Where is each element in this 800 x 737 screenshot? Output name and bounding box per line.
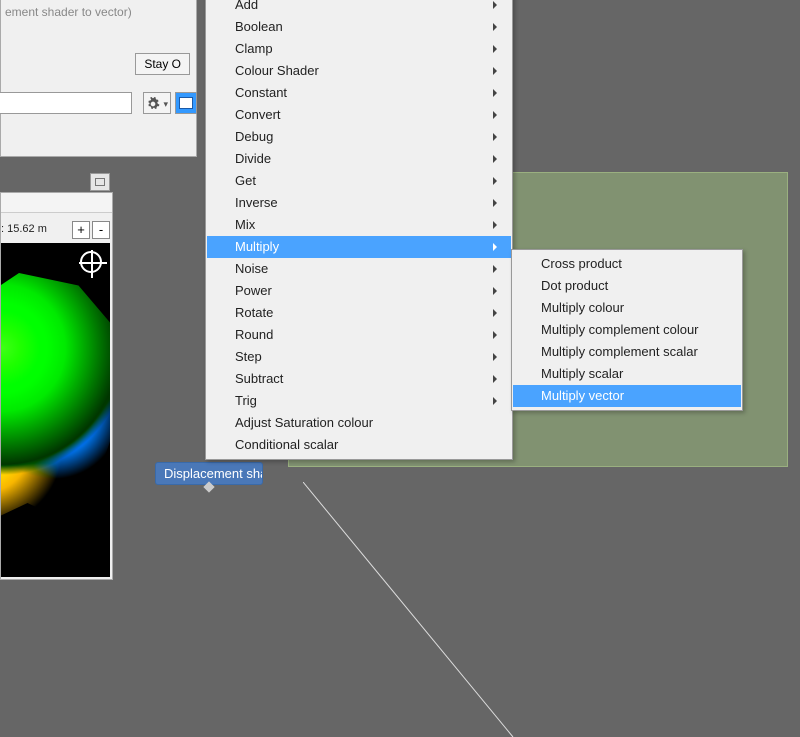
menu-item-boolean[interactable]: Boolean — [207, 16, 511, 38]
menu-item-step[interactable]: Step — [207, 346, 511, 368]
preview-toggle-button[interactable] — [175, 92, 197, 114]
dialog-title: ement shader to vector) — [5, 5, 132, 19]
shader-dialog: ement shader to vector) Stay O ▾ — [0, 0, 197, 157]
menu-item-rotate[interactable]: Rotate — [207, 302, 511, 324]
orientation-gizmo-icon[interactable] — [80, 251, 102, 273]
menu-item-convert[interactable]: Convert — [207, 104, 511, 126]
context-submenu: Cross productDot productMultiply colourM… — [511, 249, 743, 411]
zoom-in-button[interactable]: + — [72, 221, 90, 239]
menu-item-noise[interactable]: Noise — [207, 258, 511, 280]
submenu-item-multiply-scalar[interactable]: Multiply scalar — [513, 363, 741, 385]
preview-panel: : 15.62 m + - — [0, 192, 113, 580]
submenu-item-dot-product[interactable]: Dot product — [513, 275, 741, 297]
menu-item-debug[interactable]: Debug — [207, 126, 511, 148]
submenu-item-multiply-complement-colour[interactable]: Multiply complement colour — [513, 319, 741, 341]
menu-item-subtract[interactable]: Subtract — [207, 368, 511, 390]
menu-item-add[interactable]: Add — [207, 0, 511, 16]
menu-item-adjust-saturation-colour[interactable]: Adjust Saturation colour — [207, 412, 511, 434]
menu-item-round[interactable]: Round — [207, 324, 511, 346]
scale-readout: : 15.62 m — [1, 223, 47, 235]
maximize-icon — [95, 178, 105, 186]
zoom-out-button[interactable]: - — [92, 221, 110, 239]
settings-button[interactable]: ▾ — [143, 92, 171, 114]
connection-wire — [303, 482, 563, 737]
submenu-item-multiply-colour[interactable]: Multiply colour — [513, 297, 741, 319]
image-icon — [179, 97, 193, 109]
menu-item-get[interactable]: Get — [207, 170, 511, 192]
menu-item-mix[interactable]: Mix — [207, 214, 511, 236]
menu-item-constant[interactable]: Constant — [207, 82, 511, 104]
node-title: Displacement shader t... — [164, 466, 263, 481]
stay-open-button[interactable]: Stay O — [135, 53, 190, 75]
menu-item-inverse[interactable]: Inverse — [207, 192, 511, 214]
submenu-item-cross-product[interactable]: Cross product — [513, 253, 741, 275]
menu-item-conditional-scalar[interactable]: Conditional scalar — [207, 434, 511, 456]
menu-item-power[interactable]: Power — [207, 280, 511, 302]
maximize-button[interactable] — [90, 173, 110, 191]
menu-item-colour-shader[interactable]: Colour Shader — [207, 60, 511, 82]
shader-search-input[interactable] — [0, 92, 132, 114]
viewport-3d[interactable] — [1, 243, 110, 577]
submenu-item-multiply-vector[interactable]: Multiply vector — [513, 385, 741, 407]
menu-item-trig[interactable]: Trig — [207, 390, 511, 412]
submenu-item-multiply-complement-scalar[interactable]: Multiply complement scalar — [513, 341, 741, 363]
menu-item-divide[interactable]: Divide — [207, 148, 511, 170]
menu-item-multiply[interactable]: Multiply — [207, 236, 511, 258]
preview-render — [1, 273, 110, 523]
menu-item-clamp[interactable]: Clamp — [207, 38, 511, 60]
gear-icon — [146, 95, 164, 110]
context-menu: AddBooleanClampColour ShaderConstantConv… — [205, 0, 513, 460]
preview-toolbar — [1, 193, 112, 213]
